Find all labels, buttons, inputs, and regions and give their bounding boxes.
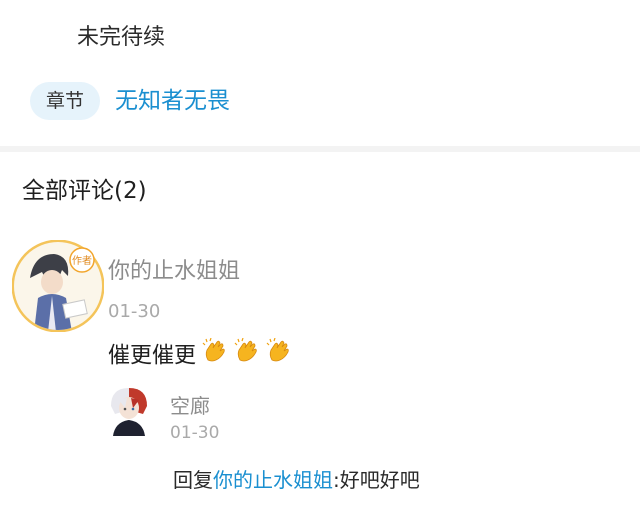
reply-avatar[interactable]: [105, 384, 153, 436]
reply-prefix: 回复: [173, 468, 213, 492]
section-divider: [0, 146, 640, 152]
author-avatar[interactable]: 作者: [11, 239, 105, 333]
chapter-end-note: 未完待续: [77, 25, 166, 50]
reply-separator: :: [333, 468, 340, 492]
clap-emoji-icon: [202, 337, 228, 375]
reply-text: 回复你的止水姐姐:好吧好吧: [173, 464, 420, 496]
comments-header: 全部评论(2): [22, 178, 147, 204]
comment-text-content: 催更催更: [108, 343, 197, 369]
chapter-link[interactable]: 无知者无畏: [115, 84, 230, 118]
comment-date: 01-30: [108, 301, 161, 322]
reply-author-name[interactable]: 空廊: [170, 391, 210, 421]
clap-emoji-icon: [234, 337, 260, 375]
clap-emoji-icon: [266, 337, 292, 375]
reply-text-content: 好吧好吧: [339, 468, 420, 492]
author-badge: 作者: [72, 255, 92, 267]
reply-date: 01-30: [170, 423, 220, 443]
comment-author-name[interactable]: 你的止水姐姐: [108, 256, 240, 288]
author-avatar-image: 作者: [11, 239, 105, 333]
reply-mention-link[interactable]: 你的止水姐姐: [213, 468, 333, 492]
chapter-tag: 章节: [30, 82, 100, 120]
comment-text: 催更催更: [108, 337, 292, 375]
reply-avatar-image: [111, 388, 147, 436]
